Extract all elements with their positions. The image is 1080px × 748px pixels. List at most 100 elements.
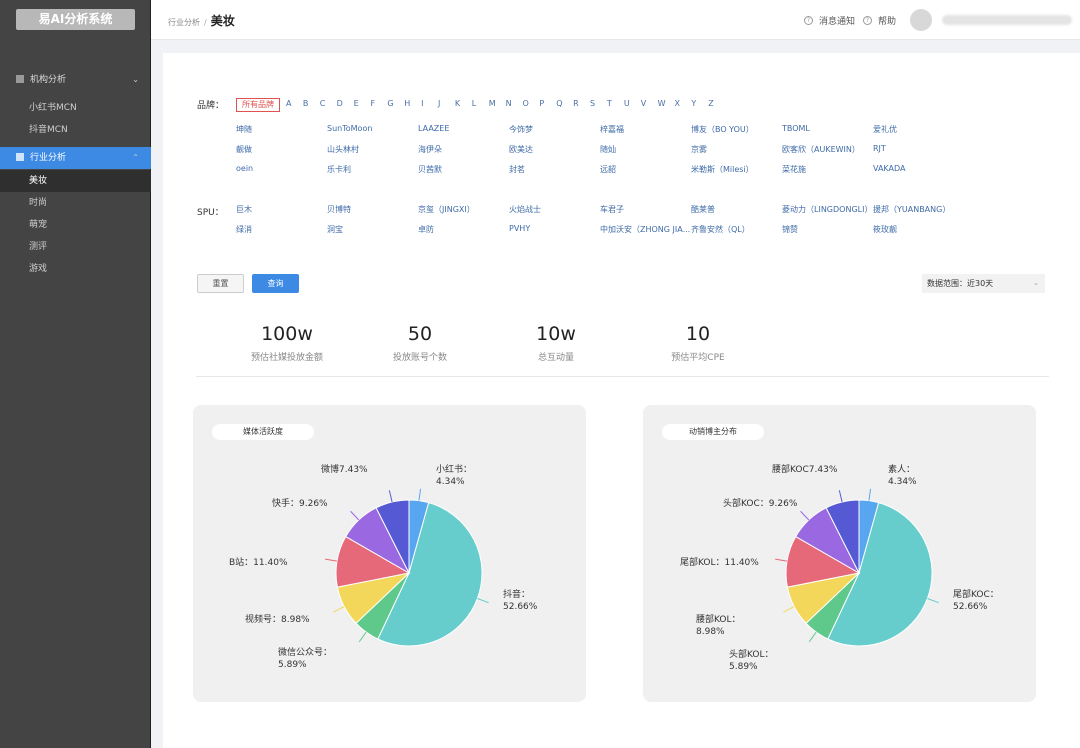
question-icon: ? (803, 15, 813, 25)
notifications-link[interactable]: 消息通知 (819, 14, 855, 27)
spu-item[interactable]: 火焰战士 (509, 204, 600, 224)
all-brands-tag[interactable]: 所有品牌 (236, 98, 280, 112)
username-blurred[interactable] (942, 15, 1072, 25)
spu-item[interactable]: 绿消 (236, 224, 327, 244)
spu-item[interactable]: 卓防 (418, 224, 509, 244)
spu-item[interactable]: 车君子 (600, 204, 691, 224)
brand-item[interactable]: RJT (873, 144, 964, 164)
main-panel: 品牌： 所有品牌 ABCDEFGHIJKLMNOPQRSTUVWXYZ 坤随 Su… (163, 53, 1080, 748)
brand-item[interactable]: 爱礼优 (873, 124, 964, 144)
letter-filter-p[interactable]: P (539, 99, 556, 108)
letter-filter-r[interactable]: R (573, 99, 590, 108)
square-icon (16, 75, 24, 83)
brand-item[interactable]: 博友（BO YOU） (691, 124, 782, 144)
pie-data-label: 抖音： 52.66% (503, 588, 538, 612)
brand-item[interactable]: 远韶 (600, 164, 691, 184)
date-range-select[interactable]: 数据范围：近30天 ⌄ (922, 274, 1045, 293)
letter-filter-z[interactable]: Z (708, 99, 725, 108)
brand-item[interactable]: 菜花施 (782, 164, 873, 184)
brand-item[interactable]: 靓做 (236, 144, 327, 164)
letter-filter-m[interactable]: M (489, 99, 506, 108)
brand-item[interactable]: 山头林村 (327, 144, 418, 164)
spu-item[interactable]: 菱动力（LINGDONGLI） (782, 204, 873, 224)
brand-item[interactable]: 欧客欣（AUKEWIN） (782, 144, 873, 164)
sidebar-group-industry-analysis[interactable]: 行业分析 ⌃ (0, 147, 151, 169)
sidebar-item-fashion[interactable]: 时尚 (0, 192, 151, 214)
breadcrumb-separator: / (204, 18, 207, 27)
letter-filter-x[interactable]: X (674, 99, 691, 108)
brand-item[interactable]: 坤随 (236, 124, 327, 144)
pie-data-label: 腰部KOL： 8.98% (696, 613, 741, 637)
stat-avg-cpe: 10 预估平均CPE (638, 321, 758, 363)
spu-item[interactable]: 援邦（YUANBANG） (873, 204, 964, 224)
spu-item[interactable]: 酷莱普 (691, 204, 782, 224)
letter-filter-c[interactable]: C (320, 99, 337, 108)
brand-item[interactable]: 贝茜默 (418, 164, 509, 184)
sidebar-item-douyin-mcn[interactable]: 抖音MCN (0, 119, 151, 141)
sidebar-item-review[interactable]: 测评 (0, 236, 151, 258)
letter-filter-h[interactable]: H (404, 99, 421, 108)
brand-item[interactable]: 海伊朵 (418, 144, 509, 164)
pie-leader-line (775, 558, 788, 562)
letter-filter-f[interactable]: F (370, 99, 387, 108)
brand-item[interactable]: 乐卡利 (327, 164, 418, 184)
pie-leader-line (418, 488, 422, 501)
stat-label: 预估平均CPE (671, 353, 725, 363)
breadcrumb-parent[interactable]: 行业分析 (168, 18, 200, 27)
letter-filter-a[interactable]: A (286, 99, 303, 108)
letter-filter-l[interactable]: L (472, 99, 489, 108)
letter-filter-n[interactable]: N (506, 99, 523, 108)
letter-filter-w[interactable]: W (658, 99, 675, 108)
letter-filter-q[interactable]: Q (556, 99, 573, 108)
pie-chart-media-activity: 小红书： 4.34% 抖音： 52.66% 微信公众号： 5.89% 视频号：8.98% B站… (229, 463, 538, 670)
stat-value: 10w (536, 323, 576, 345)
stat-label: 预估社媒投放金额 (250, 353, 323, 363)
brand-item[interactable]: 梓嘉福 (600, 124, 691, 144)
letter-filter-d[interactable]: D (337, 99, 354, 108)
reset-button[interactable]: 重置 (197, 274, 244, 293)
brand-item[interactable]: 随灿 (600, 144, 691, 164)
spu-item[interactable]: 洞宝 (327, 224, 418, 244)
sidebar-group-org-analysis[interactable]: 机构分析 ⌄ (0, 69, 151, 91)
letter-filter-j[interactable]: J (438, 99, 455, 108)
letter-filter-i[interactable]: I (421, 99, 438, 108)
query-button[interactable]: 查询 (252, 274, 299, 293)
brand-item[interactable]: 京雾 (691, 144, 782, 164)
spu-item[interactable]: PVHY (509, 224, 600, 244)
brand-item[interactable]: 今饰梦 (509, 124, 600, 144)
spu-item[interactable]: 锦赞 (782, 224, 873, 244)
letter-filter-b[interactable]: B (303, 99, 320, 108)
pie-leader-line (783, 606, 795, 613)
brand-filter-label: 品牌： (197, 101, 225, 111)
sidebar-item-pets[interactable]: 萌宠 (0, 214, 151, 236)
brand-item[interactable]: 欧美达 (509, 144, 600, 164)
spu-item[interactable]: 贝博特 (327, 204, 418, 224)
brand-item[interactable]: 米勒斯（Milesi） (691, 164, 782, 184)
letter-filter-o[interactable]: O (522, 99, 539, 108)
letter-filter-k[interactable]: K (455, 99, 472, 108)
brand-item[interactable]: 封茗 (509, 164, 600, 184)
letter-filter-t[interactable]: T (607, 99, 624, 108)
letter-filter-e[interactable]: E (354, 99, 371, 108)
spu-item[interactable]: 齐鲁安然（QL） (691, 224, 782, 244)
spu-item[interactable]: 巨木 (236, 204, 327, 224)
help-link[interactable]: 帮助 (878, 14, 896, 27)
brand-item[interactable]: TBOML (782, 124, 873, 144)
spu-item[interactable]: 筱玫靓 (873, 224, 964, 244)
sidebar-item-beauty[interactable]: 美妆 (0, 170, 151, 192)
letter-filter-u[interactable]: U (624, 99, 641, 108)
letter-filter-v[interactable]: V (641, 99, 658, 108)
avatar[interactable] (910, 9, 932, 31)
chevron-up-icon: ⌃ (132, 153, 139, 162)
spu-item[interactable]: 中加沃安（ZHONG JIA... (600, 224, 691, 244)
letter-filter-y[interactable]: Y (691, 99, 708, 108)
letter-filter-g[interactable]: G (387, 99, 404, 108)
brand-item[interactable]: LAAZEE (418, 124, 509, 144)
brand-item[interactable]: oein (236, 164, 327, 184)
brand-item[interactable]: SunToMoon (327, 124, 418, 144)
letter-filter-s[interactable]: S (590, 99, 607, 108)
brand-item[interactable]: VAKADA (873, 164, 964, 184)
spu-item[interactable]: 京玺（JINGXI） (418, 204, 509, 224)
sidebar-item-games[interactable]: 游戏 (0, 258, 151, 280)
sidebar-item-xiaohongshu-mcn[interactable]: 小红书MCN (0, 97, 151, 119)
